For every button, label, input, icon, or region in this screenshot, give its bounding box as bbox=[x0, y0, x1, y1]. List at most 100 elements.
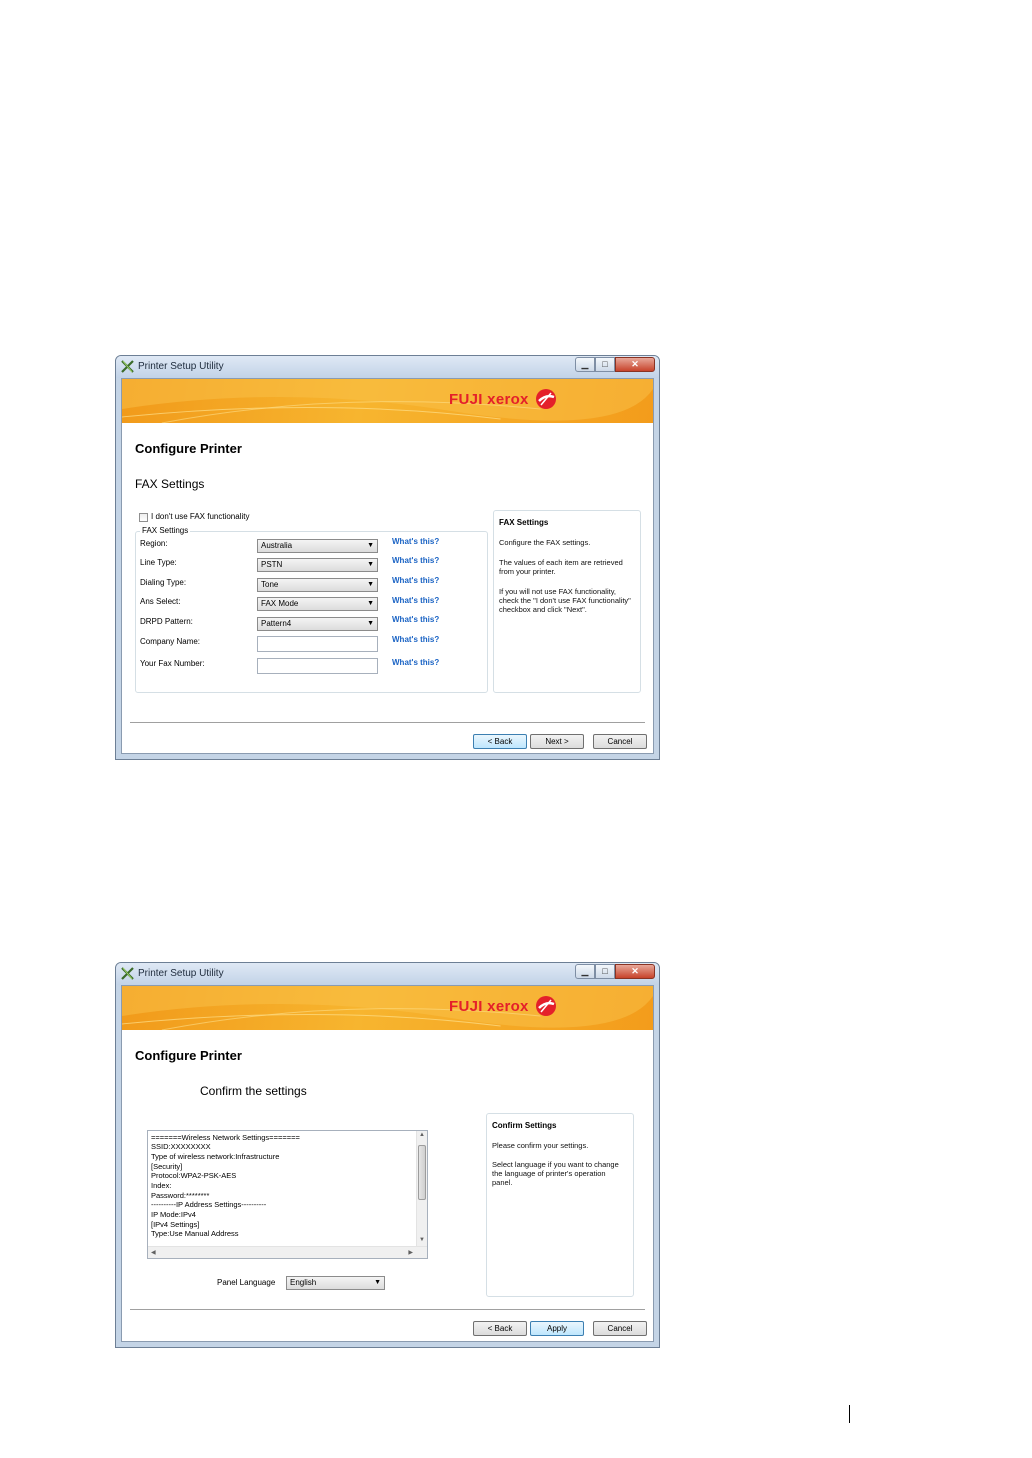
fuji-xerox-logo-icon bbox=[536, 996, 556, 1016]
ans-select-value: FAX Mode bbox=[261, 599, 299, 608]
page-title: Configure Printer bbox=[135, 1048, 242, 1063]
list-item: Type of wireless network:Infrastructure bbox=[151, 1152, 280, 1161]
help-title: Confirm Settings bbox=[492, 1121, 557, 1130]
help-text-1: Configure the FAX settings. bbox=[499, 538, 591, 547]
apply-button[interactable]: Apply bbox=[530, 1321, 584, 1336]
drpd-pattern-value: Pattern4 bbox=[261, 619, 292, 628]
list-item: ----------IP Address Settings---------- bbox=[151, 1200, 267, 1209]
cancel-button[interactable]: Cancel bbox=[593, 734, 647, 749]
dropdown-arrow-icon: ▼ bbox=[374, 1279, 381, 1286]
whats-this-link-region[interactable]: What's this? bbox=[392, 537, 439, 546]
whats-this-link-ans-select[interactable]: What's this? bbox=[392, 596, 439, 605]
help-panel: Confirm Settings Please confirm your set… bbox=[486, 1113, 634, 1297]
dropdown-arrow-icon: ▼ bbox=[367, 581, 374, 588]
brand-banner: FUJI xerox bbox=[122, 986, 653, 1030]
close-icon[interactable]: ✕ bbox=[615, 964, 655, 979]
line-type-label: Line Type: bbox=[140, 558, 177, 567]
window-client-area: FUJI xerox Configure Printer Confirm the… bbox=[121, 985, 654, 1342]
whats-this-link-drpd-pattern[interactable]: What's this? bbox=[392, 615, 439, 624]
fuji-xerox-logo-icon bbox=[536, 389, 556, 409]
minimize-icon[interactable]: ▁ bbox=[575, 964, 595, 979]
company-name-label: Company Name: bbox=[140, 637, 201, 646]
panel-language-value: English bbox=[290, 1278, 317, 1287]
help-text-3: If you will not use FAX functionality, c… bbox=[499, 587, 631, 614]
scroll-down-icon[interactable]: ▼ bbox=[419, 1237, 425, 1243]
minimize-icon[interactable]: ▁ bbox=[575, 357, 595, 372]
section-title: Confirm the settings bbox=[200, 1084, 307, 1098]
printer-setup-window-confirm: Printer Setup Utility ▁ □ ✕ FUJI xerox C… bbox=[115, 962, 660, 1348]
ans-select-label: Ans Select: bbox=[140, 597, 181, 606]
dont-use-fax-label: I don't use FAX functionality bbox=[151, 512, 250, 521]
fax-number-input[interactable] bbox=[257, 658, 378, 674]
close-icon[interactable]: ✕ bbox=[615, 357, 655, 372]
fax-number-label: Your Fax Number: bbox=[140, 659, 205, 668]
drpd-pattern-select[interactable]: Pattern4 ▼ bbox=[257, 617, 378, 631]
whats-this-link-dialing-type[interactable]: What's this? bbox=[392, 576, 439, 585]
whats-this-link-fax-number[interactable]: What's this? bbox=[392, 658, 439, 667]
panel-language-label: Panel Language bbox=[217, 1278, 276, 1287]
printer-setup-window-fax: Printer Setup Utility ▁ □ ✕ FUJI xerox C… bbox=[115, 355, 660, 760]
list-item: SSID:XXXXXXXX bbox=[151, 1142, 211, 1151]
window-title: Printer Setup Utility bbox=[138, 968, 224, 979]
printer-setup-app-icon bbox=[121, 360, 134, 373]
window-client-area: FUJI xerox Configure Printer FAX Setting… bbox=[121, 378, 654, 754]
window-title: Printer Setup Utility bbox=[138, 361, 224, 372]
page-edge-rule bbox=[849, 1405, 850, 1423]
region-value: Australia bbox=[261, 541, 293, 550]
list-item: Type:Use Manual Address bbox=[151, 1229, 239, 1238]
group-label: FAX Settings bbox=[140, 526, 191, 535]
panel-language-select[interactable]: English ▼ bbox=[286, 1276, 385, 1290]
line-type-value: PSTN bbox=[261, 560, 283, 569]
line-type-select[interactable]: PSTN ▼ bbox=[257, 558, 378, 572]
help-text-2: Select language if you want to change th… bbox=[492, 1160, 619, 1187]
back-button[interactable]: < Back bbox=[473, 734, 527, 749]
settings-summary-list[interactable]: =======Wireless Network Settings======= … bbox=[147, 1130, 428, 1259]
ans-select-select[interactable]: FAX Mode ▼ bbox=[257, 597, 378, 611]
dropdown-arrow-icon: ▼ bbox=[367, 542, 374, 549]
list-item: =======Wireless Network Settings======= bbox=[151, 1133, 300, 1142]
fuji-xerox-wordmark: FUJI xerox bbox=[449, 998, 529, 1015]
help-text-1: Please confirm your settings. bbox=[492, 1141, 589, 1150]
list-item: [IPv4 Settings] bbox=[151, 1220, 200, 1229]
help-title: FAX Settings bbox=[499, 518, 549, 527]
region-label: Region: bbox=[140, 539, 168, 548]
horizontal-scrollbar[interactable]: ◀ ▶ bbox=[148, 1246, 427, 1258]
maximize-icon[interactable]: □ bbox=[595, 357, 615, 372]
maximize-icon[interactable]: □ bbox=[595, 964, 615, 979]
list-item: [Security] bbox=[151, 1162, 183, 1171]
scroll-up-icon[interactable]: ▲ bbox=[419, 1132, 425, 1138]
list-item: Protocol:WPA2-PSK-AES bbox=[151, 1171, 237, 1180]
company-name-input[interactable] bbox=[257, 636, 378, 652]
scroll-left-icon[interactable]: ◀ bbox=[151, 1249, 156, 1256]
dialing-type-label: Dialing Type: bbox=[140, 578, 187, 587]
help-text-2: The values of each item are retrieved fr… bbox=[499, 558, 623, 576]
page-title: Configure Printer bbox=[135, 441, 242, 456]
region-select[interactable]: Australia ▼ bbox=[257, 539, 378, 553]
whats-this-link-company-name[interactable]: What's this? bbox=[392, 635, 439, 644]
banner-swoosh bbox=[122, 986, 653, 1030]
list-item: IP Mode:IPv4 bbox=[151, 1210, 196, 1219]
list-item: Index: bbox=[151, 1181, 172, 1190]
fuji-xerox-wordmark: FUJI xerox bbox=[449, 391, 529, 408]
title-bar[interactable]: Printer Setup Utility ▁ □ ✕ bbox=[116, 963, 659, 985]
dont-use-fax-checkbox[interactable] bbox=[139, 513, 148, 522]
back-button[interactable]: < Back bbox=[473, 1321, 527, 1336]
footer-separator bbox=[130, 722, 645, 723]
brand-banner: FUJI xerox bbox=[122, 379, 653, 423]
list-item: Password:******** bbox=[151, 1191, 210, 1200]
dialing-type-select[interactable]: Tone ▼ bbox=[257, 578, 378, 592]
title-bar[interactable]: Printer Setup Utility ▁ □ ✕ bbox=[116, 356, 659, 378]
scroll-thumb[interactable] bbox=[418, 1145, 426, 1200]
dropdown-arrow-icon: ▼ bbox=[367, 600, 374, 607]
dropdown-arrow-icon: ▼ bbox=[367, 620, 374, 627]
whats-this-link-line-type[interactable]: What's this? bbox=[392, 556, 439, 565]
help-panel: FAX Settings Configure the FAX settings.… bbox=[493, 510, 641, 693]
next-button[interactable]: Next > bbox=[530, 734, 584, 749]
dialing-type-value: Tone bbox=[261, 580, 279, 589]
footer-separator bbox=[130, 1309, 645, 1310]
banner-swoosh bbox=[122, 379, 653, 423]
dropdown-arrow-icon: ▼ bbox=[367, 561, 374, 568]
scroll-right-icon[interactable]: ▶ bbox=[408, 1249, 413, 1256]
vertical-scrollbar[interactable]: ▲ ▼ bbox=[416, 1131, 427, 1247]
cancel-button[interactable]: Cancel bbox=[593, 1321, 647, 1336]
